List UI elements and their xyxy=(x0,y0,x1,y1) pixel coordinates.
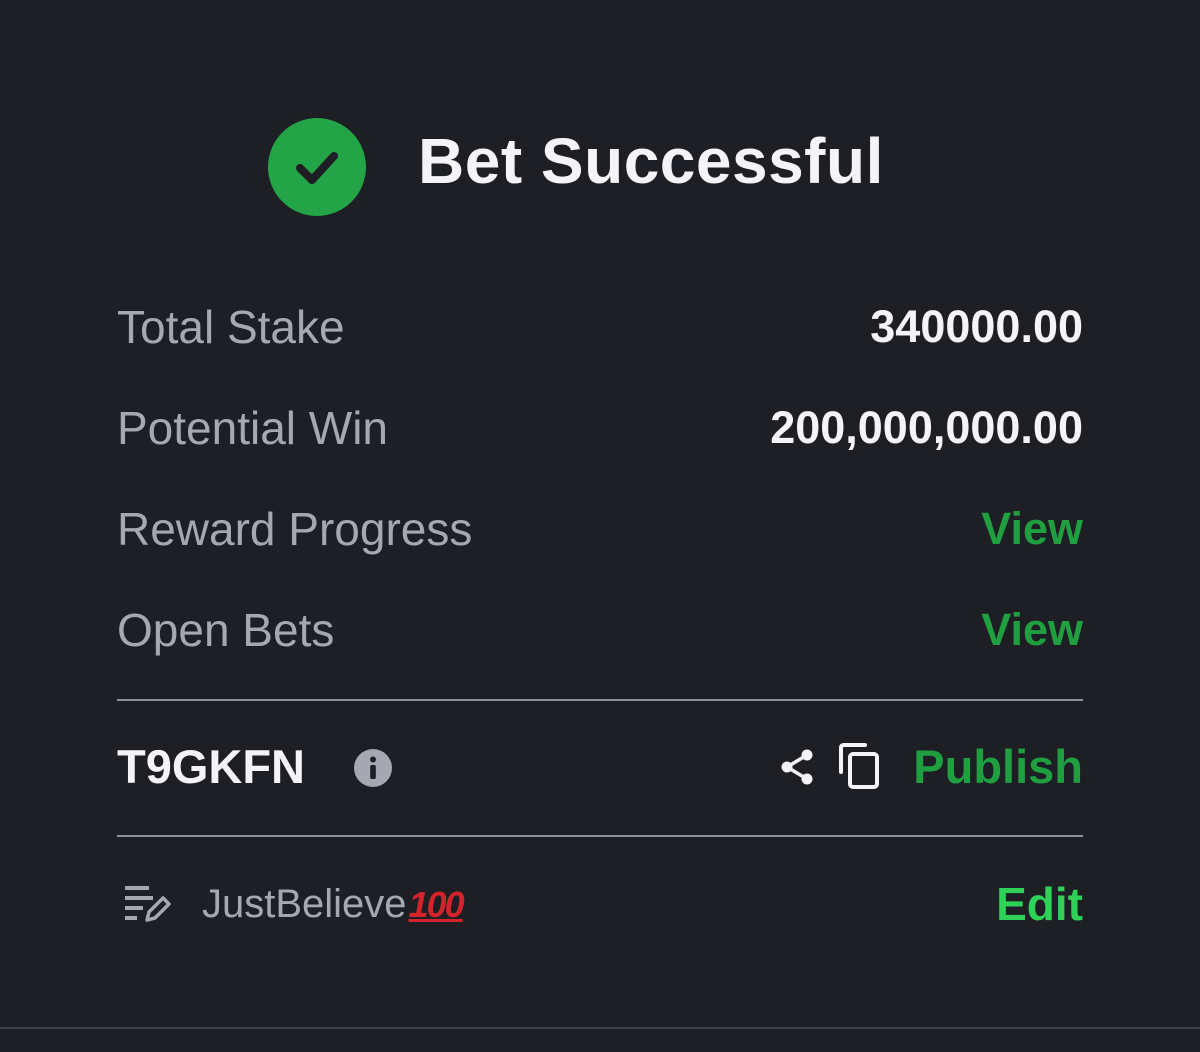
total-stake-label: Total Stake xyxy=(117,301,345,353)
note-edit-icon xyxy=(125,886,171,922)
open-bets-row: Open Bets View xyxy=(117,600,1083,660)
booking-code-row: T9GKFN Publish xyxy=(117,736,1083,798)
open-bets-label: Open Bets xyxy=(117,604,335,656)
booking-code: T9GKFN xyxy=(117,740,305,793)
total-stake-value: 340000.00 xyxy=(870,301,1083,352)
reward-progress-view-link[interactable]: View xyxy=(981,503,1083,555)
publish-button[interactable]: Publish xyxy=(913,736,1083,798)
bet-note-text: JustBelieve100 xyxy=(202,872,465,937)
check-circle-icon xyxy=(268,118,366,216)
bet-note-label: JustBelieve xyxy=(202,882,407,926)
bottom-divider xyxy=(0,1027,1200,1029)
share-icon[interactable] xyxy=(777,747,817,787)
success-header: Bet Successful xyxy=(0,108,1200,216)
info-icon[interactable] xyxy=(354,749,392,787)
reward-progress-row: Reward Progress View xyxy=(117,499,1083,559)
potential-win-value: 200,000,000.00 xyxy=(770,402,1083,453)
bet-note-row: JustBelieve100 Edit xyxy=(117,872,1083,936)
hundred-badge: 100 xyxy=(408,884,465,925)
edit-note-button[interactable]: Edit xyxy=(996,872,1083,936)
copy-icon[interactable] xyxy=(837,742,881,790)
divider xyxy=(117,835,1083,837)
open-bets-view-link[interactable]: View xyxy=(981,604,1083,656)
divider xyxy=(117,699,1083,701)
reward-progress-label: Reward Progress xyxy=(117,503,473,555)
page-title: Bet Successful xyxy=(418,125,884,197)
potential-win-label: Potential Win xyxy=(117,402,389,454)
potential-win-row: Potential Win 200,000,000.00 xyxy=(117,398,1083,458)
total-stake-row: Total Stake 340000.00 xyxy=(117,297,1083,357)
